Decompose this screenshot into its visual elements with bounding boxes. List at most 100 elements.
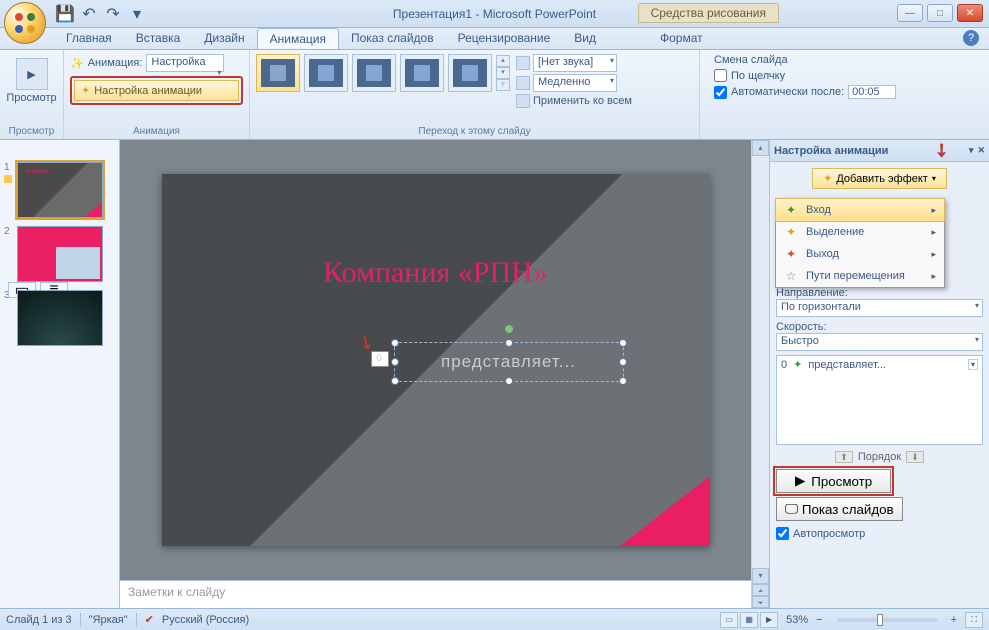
anim-indicator-icon <box>4 175 12 183</box>
next-slide-icon[interactable]: ⏷ <box>752 596 769 608</box>
slide-thumb-3[interactable] <box>17 290 103 346</box>
undo-icon[interactable]: ↶ <box>78 3 100 25</box>
auto-after-checkbox[interactable]: Автоматически после: 00:05 <box>714 85 983 99</box>
slide-num-1: 1 <box>4 162 14 173</box>
resize-handle[interactable] <box>619 377 627 385</box>
contextual-tab: Средства рисования <box>638 3 779 23</box>
fit-window-button[interactable]: ⛶ <box>965 612 983 628</box>
speed-label: Скорость: <box>776 321 983 333</box>
slideshow-view-button[interactable]: ▶ <box>760 612 778 628</box>
status-theme: "Яркая" <box>89 614 128 626</box>
slide-num-3: 3 <box>4 290 14 346</box>
entry-icon: ✦ <box>784 203 798 217</box>
slide-canvas[interactable]: Компания «РПН» представляет... 0 ➘ <box>162 174 710 546</box>
advance-title: Смена слайда <box>714 54 983 66</box>
auto-after-time[interactable]: 00:05 <box>848 85 896 99</box>
sorter-view-button[interactable]: ▦ <box>740 612 758 628</box>
animation-combo[interactable]: Настройка ... <box>146 54 224 72</box>
minimize-button[interactable]: — <box>897 4 923 22</box>
scroll-up-icon[interactable]: ▴ <box>752 140 769 156</box>
zoom-in-button[interactable]: + <box>951 614 957 626</box>
speed-combo[interactable]: Быстро <box>776 333 983 351</box>
effect-star-icon: ✦ <box>793 358 802 371</box>
transition-thumb-1[interactable] <box>256 54 300 92</box>
notes-pane[interactable]: Заметки к слайду <box>120 580 751 608</box>
tab-slideshow[interactable]: Показ слайдов <box>339 28 446 49</box>
scroll-down-icon[interactable]: ▾ <box>752 568 769 584</box>
animation-icon: ✨ <box>70 57 84 70</box>
slide-thumb-1[interactable]: Компания <box>17 162 103 218</box>
apply-all-icon <box>516 94 530 108</box>
prev-slide-icon[interactable]: ⏶ <box>752 584 769 596</box>
resize-handle[interactable] <box>619 358 627 366</box>
emphasis-icon: ✦ <box>784 225 798 239</box>
menu-item-emphasis[interactable]: ✦Выделение▸ <box>776 221 944 243</box>
apply-all-button[interactable]: Применить ко всем <box>533 95 632 107</box>
zoom-level[interactable]: 53% <box>786 614 808 626</box>
tab-format[interactable]: Формат <box>648 28 715 49</box>
play-button[interactable]: ▶Просмотр <box>776 469 891 493</box>
qat-more-icon[interactable]: ▾ <box>126 3 148 25</box>
save-icon[interactable]: 💾 <box>54 3 76 25</box>
resize-handle[interactable] <box>391 358 399 366</box>
preview-button[interactable]: ▶ Просмотр <box>6 54 57 108</box>
status-language[interactable]: Русский (Россия) <box>162 614 249 626</box>
menu-item-motion[interactable]: ☆Пути перемещения▸ <box>776 265 944 287</box>
maximize-button[interactable]: □ <box>927 4 953 22</box>
reorder-down-button[interactable]: ⬇ <box>906 451 924 463</box>
menu-item-exit[interactable]: ✦Выход▸ <box>776 243 944 265</box>
slide-thumb-2[interactable] <box>17 226 103 282</box>
normal-view-button[interactable]: ▭ <box>720 612 738 628</box>
redo-icon[interactable]: ↷ <box>102 3 124 25</box>
resize-handle[interactable] <box>391 377 399 385</box>
sound-combo[interactable]: [Нет звука] <box>533 54 617 72</box>
animation-tag[interactable]: 0 <box>371 351 389 367</box>
taskpane-menu-icon[interactable]: ▾ <box>969 145 974 156</box>
tab-review[interactable]: Рецензирование <box>446 28 563 49</box>
close-button[interactable]: ✕ <box>957 4 983 22</box>
subtitle-textbox[interactable]: представляет... 0 <box>394 342 624 382</box>
office-button[interactable] <box>4 2 46 44</box>
gallery-up-icon[interactable]: ▴ <box>496 55 510 67</box>
add-effect-button[interactable]: ✦ Добавить эффект <box>812 168 947 189</box>
taskpane-title: Настройка анимации <box>774 145 888 157</box>
speed-combo[interactable]: Медленно <box>533 74 617 92</box>
zoom-thumb[interactable] <box>877 614 883 626</box>
tab-design[interactable]: Дизайн <box>192 28 256 49</box>
effect-list[interactable]: 0 ✦ представляет... <box>776 355 983 445</box>
effect-list-item[interactable]: 0 ✦ представляет... <box>777 356 982 373</box>
window-title: Презентация1 - Microsoft PowerPoint <box>393 7 596 21</box>
autopreview-checkbox[interactable]: Автопросмотр <box>776 527 983 540</box>
zoom-out-button[interactable]: − <box>816 614 822 626</box>
tab-view[interactable]: Вид <box>562 28 608 49</box>
help-icon[interactable]: ? <box>963 30 979 46</box>
gallery-down-icon[interactable]: ▾ <box>496 67 510 79</box>
taskpane-close-icon[interactable]: ✕ <box>977 145 985 156</box>
transition-thumb-2[interactable] <box>304 54 348 92</box>
zoom-slider[interactable] <box>837 618 937 622</box>
spellcheck-icon[interactable]: ✔ <box>145 613 154 626</box>
on-click-checkbox[interactable]: По щелчку <box>714 69 983 82</box>
tab-insert[interactable]: Вставка <box>124 28 193 49</box>
effect-menu: ✦Вход▸ ✦Выделение▸ ✦Выход▸ ☆Пути перемещ… <box>775 198 945 288</box>
transition-thumb-4[interactable] <box>400 54 444 92</box>
resize-handle[interactable] <box>619 339 627 347</box>
tab-home[interactable]: Главная <box>54 28 124 49</box>
menu-item-entry[interactable]: ✦Вход▸ <box>775 198 945 222</box>
tab-animation[interactable]: Анимация <box>257 28 339 49</box>
transition-thumb-3[interactable] <box>352 54 396 92</box>
speed-icon <box>516 76 530 90</box>
preview-icon: ▶ <box>16 58 48 90</box>
slideshow-button[interactable]: 🖵Показ слайдов <box>776 497 903 521</box>
resize-handle[interactable] <box>391 339 399 347</box>
rotate-handle[interactable] <box>505 325 513 333</box>
gallery-more-icon[interactable]: ▿ <box>496 79 510 91</box>
slide-title[interactable]: Компания «РПН» <box>162 256 710 290</box>
scroll-track[interactable] <box>752 156 769 568</box>
direction-combo[interactable]: По горизонтали <box>776 299 983 317</box>
transition-thumb-5[interactable] <box>448 54 492 92</box>
resize-handle[interactable] <box>505 377 513 385</box>
resize-handle[interactable] <box>505 339 513 347</box>
custom-animation-button[interactable]: ✦ Настройка анимации <box>74 80 239 101</box>
reorder-up-button[interactable]: ⬆ <box>835 451 853 463</box>
